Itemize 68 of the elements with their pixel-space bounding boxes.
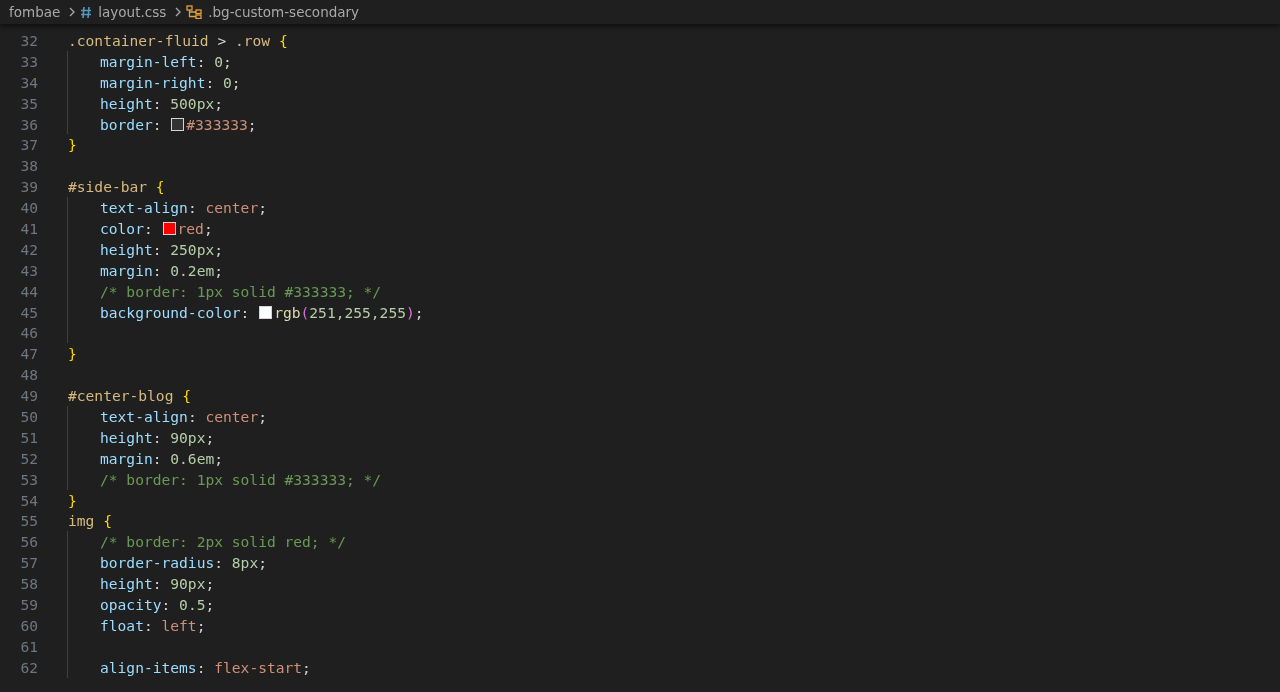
code-line: margin: 0.6em; — [100, 449, 224, 467]
line-number: 47 — [19, 345, 38, 363]
line-number: 56 — [19, 533, 38, 551]
line-number: 52 — [19, 449, 38, 467]
breadcrumb-item[interactable]: layout.css — [80, 4, 167, 20]
line-number: 43 — [19, 261, 38, 279]
code-line: height: 500px; — [100, 94, 224, 112]
breadcrumb-item[interactable]: fombae — [9, 4, 61, 20]
chevron-right-icon — [68, 6, 77, 18]
code-line: .container-fluid > .row { — [68, 31, 288, 49]
line-number: 51 — [19, 428, 38, 446]
code-line: #side-bar { — [68, 178, 165, 196]
line-number: 33 — [19, 52, 38, 70]
code-line: align-items: flex-start; — [100, 658, 311, 676]
code-line: text-align: center; — [100, 407, 267, 425]
line-number: 39 — [19, 178, 38, 196]
line-number: 61 — [19, 637, 38, 655]
color-swatch[interactable] — [259, 305, 273, 319]
line-number: 60 — [19, 616, 38, 634]
line-number: 54 — [19, 491, 38, 509]
line-number: 49 — [19, 387, 38, 405]
line-number: 45 — [19, 303, 38, 321]
line-number: 35 — [19, 94, 38, 112]
color-swatch[interactable] — [162, 221, 176, 235]
line-number: 32 — [19, 31, 38, 49]
line-number: 53 — [19, 470, 38, 488]
code-line: color: red; — [100, 219, 213, 237]
code-line: /* border: 2px solid red; */ — [100, 533, 346, 551]
line-number: 42 — [19, 240, 38, 258]
line-number: 34 — [19, 73, 38, 91]
line-number: 40 — [19, 199, 38, 217]
line-number: 38 — [19, 157, 38, 175]
code-line: float: left; — [100, 616, 206, 634]
line-number: 59 — [19, 596, 38, 613]
line-number: 44 — [19, 282, 38, 300]
code-line: margin-left: 0; — [100, 52, 232, 70]
code-line: img { — [68, 512, 112, 530]
code-line: } — [68, 136, 77, 154]
symbol-tree-icon — [186, 5, 203, 19]
line-number: 62 — [19, 658, 38, 676]
hash-icon — [80, 5, 93, 19]
line-number: 41 — [19, 219, 38, 237]
code-line: background-color: rgb(251,255,255); — [100, 303, 424, 321]
line-number: 57 — [19, 554, 38, 572]
code-line: /* border: 1px solid #333333; */ — [100, 470, 382, 488]
code-line: } — [68, 345, 77, 363]
breadcrumb-item[interactable]: .bg-custom-secondary — [186, 4, 360, 20]
code-line: text-align: center; — [100, 199, 267, 217]
code-line: margin-right: 0; — [100, 73, 241, 91]
code-line: height: 90px; — [100, 428, 215, 446]
line-number: 36 — [19, 115, 38, 133]
code-line: } — [68, 491, 77, 509]
line-number: 58 — [19, 575, 38, 593]
chevron-right-icon — [174, 6, 183, 18]
line-number: 50 — [19, 407, 38, 425]
line-number: 48 — [19, 366, 38, 384]
line-number: 46 — [19, 324, 38, 342]
code-line: border: #333333; — [100, 115, 257, 133]
code-line: height: 250px; — [100, 240, 224, 258]
code-line: border-radius: 8px; — [100, 554, 267, 572]
code-line: height: 90px; — [100, 575, 215, 593]
code-line: #center-blog { — [68, 387, 191, 405]
color-swatch[interactable] — [171, 117, 185, 131]
code-line: /* border: 1px solid #333333; */ — [100, 282, 382, 300]
line-number: 37 — [19, 136, 38, 154]
line-number: 55 — [19, 512, 38, 530]
code-line: opacity: 0.5; — [100, 596, 215, 613]
code-line: margin: 0.2em; — [100, 261, 224, 279]
